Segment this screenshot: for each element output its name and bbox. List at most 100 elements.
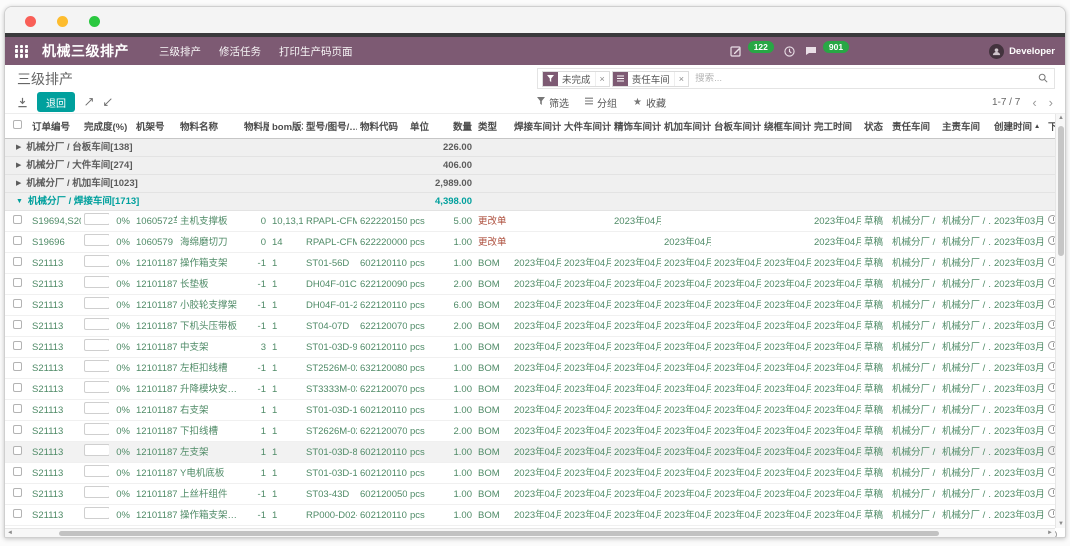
row-checkbox[interactable] bbox=[13, 362, 22, 371]
column-header[interactable]: 单位 bbox=[407, 114, 429, 139]
progress-input[interactable] bbox=[84, 465, 109, 477]
row-checkbox[interactable] bbox=[13, 446, 22, 455]
column-header[interactable]: 大件车间计… bbox=[561, 114, 611, 139]
progress-input[interactable] bbox=[84, 234, 109, 246]
column-header[interactable]: 台板车间计… bbox=[711, 114, 761, 139]
column-header[interactable]: 机加车间计… bbox=[661, 114, 711, 139]
column-header[interactable]: 物料版本号 bbox=[241, 114, 269, 139]
column-header[interactable]: 数量 bbox=[429, 114, 475, 139]
column-header[interactable]: 类型 bbox=[475, 114, 511, 139]
apps-grid-icon[interactable] bbox=[15, 45, 28, 58]
table-row[interactable]: S211130%12101187操作箱支架…-11RP000-D02-…6021… bbox=[5, 505, 1063, 526]
row-checkbox[interactable] bbox=[13, 467, 22, 476]
minimize-window-button[interactable] bbox=[57, 16, 68, 27]
column-header[interactable]: 状态 bbox=[861, 114, 889, 139]
search-input[interactable] bbox=[691, 73, 1036, 84]
table-row[interactable]: S211130%12101187右支架11ST01-03D-1060212011… bbox=[5, 400, 1063, 421]
column-header[interactable]: 绕框车间计… bbox=[761, 114, 811, 139]
column-header[interactable]: bom版本 bbox=[269, 114, 303, 139]
search-icon[interactable] bbox=[1038, 70, 1048, 88]
progress-input[interactable] bbox=[84, 381, 109, 393]
horizontal-scrollbar[interactable]: ◄ ► bbox=[5, 528, 1055, 537]
chat-icon[interactable] bbox=[805, 45, 817, 57]
progress-input[interactable] bbox=[84, 423, 109, 435]
column-header[interactable]: 物料名称 bbox=[177, 114, 241, 139]
row-checkbox[interactable] bbox=[13, 299, 22, 308]
scroll-down-icon[interactable]: ▼ bbox=[1056, 521, 1065, 527]
table-row[interactable]: S211130%12101187下机头压带板-11ST04-07D6221200… bbox=[5, 316, 1063, 337]
facet-remove-icon[interactable]: × bbox=[595, 72, 609, 86]
row-checkbox[interactable] bbox=[13, 320, 22, 329]
expand-icon[interactable] bbox=[84, 97, 94, 107]
table-row[interactable]: S19694,S20…0%1060572车…主机支撑板010,13,14RPAP… bbox=[5, 211, 1063, 232]
progress-input[interactable] bbox=[84, 339, 109, 351]
table-row[interactable]: S211130%12101187上丝杆组件-11ST03-43D60212005… bbox=[5, 484, 1063, 505]
table-row[interactable]: S211130%12101187左柜扣线槽-11ST2526M-02…63212… bbox=[5, 358, 1063, 379]
row-checkbox[interactable] bbox=[13, 341, 22, 350]
column-header[interactable]: 创建时间 ▲ bbox=[991, 114, 1045, 139]
table-row[interactable]: S211130%12101187升降模块安…-11ST3333M-03…6221… bbox=[5, 379, 1063, 400]
group-row[interactable]: ▶机械分厂 / 大件车间[274]406.00 bbox=[5, 157, 1063, 175]
row-checkbox[interactable] bbox=[13, 425, 22, 434]
column-header[interactable]: 完工时间 bbox=[811, 114, 861, 139]
scroll-right-icon[interactable]: ► bbox=[1047, 529, 1053, 537]
vertical-scrollbar[interactable]: ▲ ▼ bbox=[1055, 114, 1065, 528]
return-button[interactable]: 退回 bbox=[37, 92, 75, 112]
table-row[interactable]: S211130%12101187下扣线槽11ST2626M-02…6221200… bbox=[5, 421, 1063, 442]
table-row[interactable]: S211130%12101187操作箱支架-11ST01-56D60212011… bbox=[5, 253, 1063, 274]
progress-input[interactable] bbox=[84, 486, 109, 498]
table-row[interactable]: S211130%12101187长垫板-11DH04F-01C-…6221200… bbox=[5, 274, 1063, 295]
progress-input[interactable] bbox=[84, 444, 109, 456]
progress-input[interactable] bbox=[84, 507, 109, 519]
menu-print-production-code[interactable]: 打印生产码页面 bbox=[279, 44, 353, 59]
table-row[interactable]: S211130%12101187中支架31ST01-03D-9602120110… bbox=[5, 337, 1063, 358]
table-row[interactable]: S196960%1060579海绵磨切刀014RPAPL-CFM-…622220… bbox=[5, 232, 1063, 253]
progress-input[interactable] bbox=[84, 213, 109, 225]
progress-input[interactable] bbox=[84, 360, 109, 372]
zoom-window-button[interactable] bbox=[89, 16, 100, 27]
app-title[interactable]: 机械三级排产 bbox=[42, 41, 129, 61]
row-checkbox[interactable] bbox=[13, 278, 22, 287]
row-checkbox[interactable] bbox=[13, 236, 22, 245]
pager-prev-button[interactable]: ‹ bbox=[1032, 96, 1036, 109]
progress-input[interactable] bbox=[84, 255, 109, 267]
clock-icon[interactable] bbox=[784, 46, 795, 57]
horizontal-scroll-thumb[interactable] bbox=[59, 531, 939, 537]
column-header[interactable]: 机架号 bbox=[133, 114, 177, 139]
favorites-button[interactable]: ★ 收藏 bbox=[633, 95, 666, 110]
column-header[interactable]: 物料代码 bbox=[357, 114, 407, 139]
group-row[interactable]: ▶机械分厂 / 台板车间[138]226.00 bbox=[5, 139, 1063, 157]
progress-input[interactable] bbox=[84, 402, 109, 414]
row-checkbox[interactable] bbox=[13, 488, 22, 497]
scroll-up-icon[interactable]: ▲ bbox=[1056, 115, 1065, 121]
message-count-badge[interactable]: 901 bbox=[823, 41, 849, 53]
group-row[interactable]: ▼机械分厂 / 焊接车间[1713]4,398.00 bbox=[5, 193, 1063, 211]
export-download-icon[interactable] bbox=[17, 97, 28, 108]
table-row[interactable]: S211130%12101187左支架11ST01-03D-8602120110… bbox=[5, 442, 1063, 463]
activity-count-badge[interactable]: 122 bbox=[748, 41, 774, 53]
collapse-icon[interactable] bbox=[103, 97, 113, 107]
progress-input[interactable] bbox=[84, 276, 109, 288]
facet-remove-icon[interactable]: × bbox=[674, 72, 688, 86]
column-header[interactable]: 焊接车间计… bbox=[511, 114, 561, 139]
column-header[interactable]: 型号/图号/… bbox=[303, 114, 357, 139]
checkbox-icon[interactable] bbox=[13, 120, 22, 129]
select-all-checkbox[interactable] bbox=[5, 114, 29, 139]
table-row[interactable]: S211130%12101187小胶轮支撑架-11DH04F-01-236221… bbox=[5, 295, 1063, 316]
group-row[interactable]: ▶机械分厂 / 机加车间[1023]2,989.00 bbox=[5, 175, 1063, 193]
column-header[interactable]: 精饰车间计… bbox=[611, 114, 661, 139]
row-checkbox[interactable] bbox=[13, 509, 22, 518]
column-header[interactable]: 完成度(%) bbox=[81, 114, 133, 139]
close-window-button[interactable] bbox=[25, 16, 36, 27]
row-checkbox[interactable] bbox=[13, 383, 22, 392]
menu-xiuhuo-renwu[interactable]: 修活任务 bbox=[219, 44, 261, 59]
column-header[interactable]: 主责车间 bbox=[939, 114, 991, 139]
column-header[interactable]: 责任车间 bbox=[889, 114, 939, 139]
progress-input[interactable] bbox=[84, 297, 109, 309]
row-checkbox[interactable] bbox=[13, 404, 22, 413]
table-row[interactable]: S211130%12101187Y电机底板11ST01-03D-16B60212… bbox=[5, 463, 1063, 484]
breadcrumb[interactable]: 三级排产 bbox=[17, 69, 73, 89]
vertical-scroll-thumb[interactable] bbox=[1058, 126, 1064, 256]
menu-sanji-paichan[interactable]: 三级排产 bbox=[159, 44, 201, 59]
row-checkbox[interactable] bbox=[13, 257, 22, 266]
